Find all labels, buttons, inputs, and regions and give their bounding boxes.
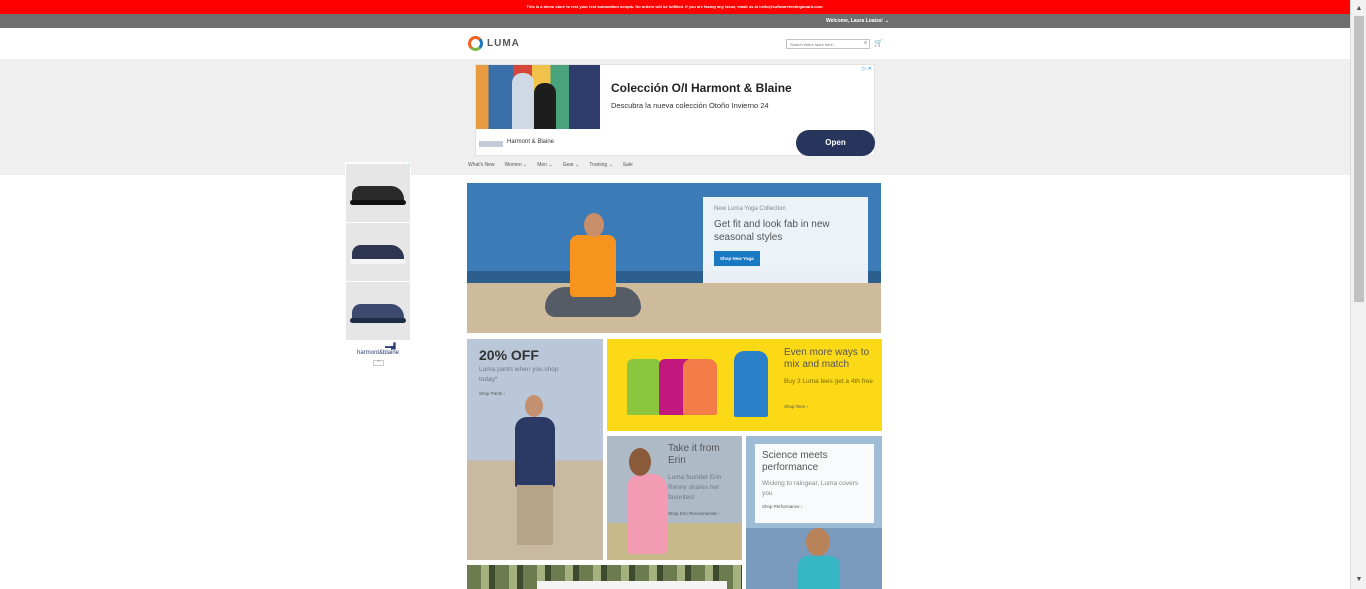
promo-pants[interactable]: 20% OFF Luma pants when you shop today* … <box>467 339 603 560</box>
chevron-down-icon: ⌄ <box>884 18 890 24</box>
side-skyscraper-ad[interactable]: ▷✕ ▬▟ harmont&blaine ^ <box>345 162 411 366</box>
demo-notice-banner: This is a demo store to test your test a… <box>0 0 1350 14</box>
logo-link[interactable]: LUMA <box>468 36 520 51</box>
hero-eyebrow: New Luma Yoga Collection <box>714 206 786 212</box>
shoe-image-1 <box>346 164 410 222</box>
ad-brand-name: Harmont & Blaine <box>507 139 555 145</box>
promo-eco-image[interactable] <box>467 565 742 589</box>
customer-welcome-menu[interactable]: Welcome, Laura Loaiza! ⌄ <box>826 14 889 28</box>
shop-pants-link[interactable]: Shop Pants › <box>479 391 505 396</box>
promo-erin-headline: Take it from Erin <box>668 443 720 466</box>
nav-item-gear[interactable]: Gear ⌄ <box>563 162 580 168</box>
promo-performance-headline: Science meets performance <box>762 450 828 473</box>
chevron-up-icon[interactable]: ^ <box>373 360 384 366</box>
logo-text: LUMA <box>487 38 520 49</box>
shoe-image-2 <box>346 223 410 281</box>
page: This is a demo store to test your test a… <box>0 0 1366 589</box>
side-ad-brand: harmont&blaine <box>356 350 400 356</box>
tee-blue <box>734 351 768 417</box>
promo-performance[interactable]: Science meets performance Wicking to rai… <box>746 436 882 589</box>
hero-banner[interactable]: New Luma Yoga Collection Get fit and loo… <box>467 183 881 333</box>
ad-brand-logo <box>479 141 503 147</box>
welcome-text: Welcome, Laura Loaiza! <box>826 18 883 24</box>
nav-item-sale[interactable]: Sale <box>623 162 633 168</box>
luma-logo-icon <box>468 36 483 51</box>
promo-performance-text: Wicking to raingear, Luma covers you <box>762 480 859 497</box>
brand-dog-logo-icon: ▬▟ <box>385 344 396 350</box>
nav-item-men[interactable]: Men ⌄ <box>537 162 552 168</box>
ad-photo <box>476 65 600 129</box>
site-header: LUMA ⌕ 🛒 <box>0 28 1350 59</box>
nav-item-women[interactable]: Women ⌄ <box>505 162 528 168</box>
tee-green <box>627 359 661 415</box>
tee-orange <box>683 359 717 415</box>
nav-item-training[interactable]: Training ⌄ <box>589 162 612 168</box>
scroll-up-arrow-icon[interactable]: ▲ <box>1351 2 1366 16</box>
promo-tees-text: Buy 3 Luma tees get a 4th free <box>784 378 873 385</box>
scroll-down-arrow-icon[interactable]: ▼ <box>1351 573 1366 587</box>
promo-pants-discount: 20% OFF <box>479 347 539 363</box>
ad-subtitle: Descubra la nueva colección Otoño Invier… <box>611 101 769 110</box>
ad-open-button[interactable]: Open <box>796 130 875 156</box>
scroll-thumb[interactable] <box>1354 16 1364 302</box>
top-panel: Welcome, Laura Loaiza! ⌄ <box>0 14 1350 28</box>
top-banner-ad[interactable]: Colección O/I Harmont & Blaine Descubra … <box>475 64 875 156</box>
promo-tees[interactable]: Even more ways to mix and match Buy 3 Lu… <box>607 339 882 431</box>
search-input[interactable] <box>786 39 870 49</box>
shop-performance-link[interactable]: Shop Performance › <box>762 504 867 509</box>
ad-title: Colección O/I Harmont & Blaine <box>611 81 792 95</box>
adchoices-icon[interactable]: ▷ ✕ <box>863 66 872 72</box>
shop-erin-link[interactable]: Shop Erin Recommends › <box>668 511 720 516</box>
promo-erin-text: Luma founder Erin Renny shares her favor… <box>668 474 722 501</box>
promo-pants-text: Luma pants when you shop today* <box>479 366 559 383</box>
shoe-image-3 <box>346 282 410 340</box>
shop-new-yoga-button[interactable]: Shop New Yoga <box>714 251 760 266</box>
main-navigation: What's New Women ⌄ Men ⌄ Gear ⌄ Training… <box>468 162 633 168</box>
hero-card: New Luma Yoga Collection Get fit and loo… <box>703 197 868 283</box>
shop-tees-link[interactable]: Shop Tees › <box>784 404 808 409</box>
hero-headline: Get fit and look fab in new seasonal sty… <box>714 219 830 243</box>
promo-erin[interactable]: Take it from Erin Luma founder Erin Renn… <box>607 436 742 560</box>
promo-performance-card: Science meets performance Wicking to rai… <box>755 444 874 523</box>
ad-band: Colección O/I Harmont & Blaine Descubra … <box>0 59 1350 175</box>
page-scrollbar[interactable]: ▲ ▼ <box>1350 0 1366 589</box>
cart-icon[interactable]: 🛒 <box>874 39 883 48</box>
search-icon[interactable]: ⌕ <box>861 39 870 48</box>
nav-item-whats-new[interactable]: What's New <box>468 162 495 168</box>
promo-tees-headline: Even more ways to mix and match <box>784 347 870 370</box>
